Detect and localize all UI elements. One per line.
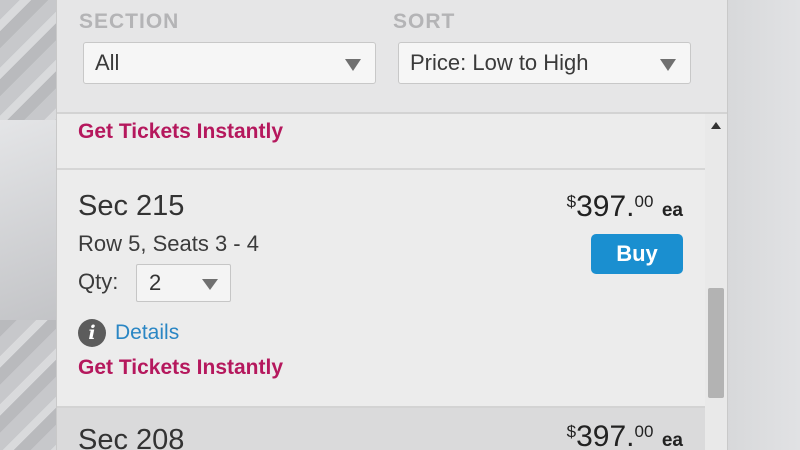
listing-list: Get Tickets Instantly Sec 215 Row 5, Sea…: [57, 114, 705, 450]
price-unit: ea: [661, 200, 683, 221]
sort-select[interactable]: Price: Low to High: [398, 42, 691, 84]
sort-filter-label: SORT: [393, 10, 456, 33]
section-filter-label: SECTION: [79, 10, 180, 33]
chevron-down-icon: [202, 279, 218, 290]
list-item: Sec 215 Row 5, Seats 3 - 4 Qty: 2 i Deta…: [57, 170, 705, 408]
filter-bar: SECTION All SORT Price: Low to High: [57, 0, 727, 114]
background-left-panel: [0, 120, 56, 320]
price: $397.00 ea: [567, 190, 683, 224]
price-whole: 397.: [576, 420, 635, 450]
list-item: Get Tickets Instantly: [57, 114, 705, 170]
quantity-label: Qty:: [78, 269, 119, 294]
quantity-value: 2: [149, 270, 162, 295]
scrollbar[interactable]: [705, 114, 727, 450]
scroll-up-arrow-icon[interactable]: [711, 122, 721, 129]
section-name: Sec 215: [78, 190, 185, 222]
buy-button[interactable]: Buy: [591, 234, 683, 274]
price: $397.00 ea: [567, 420, 683, 450]
price-cents: 00: [634, 422, 654, 441]
ticket-listing-panel: SECTION All SORT Price: Low to High Get …: [56, 0, 728, 450]
instant-delivery-label: Get Tickets Instantly: [78, 356, 284, 379]
section-select[interactable]: All: [83, 42, 376, 84]
price-currency: $: [566, 422, 577, 441]
details-link[interactable]: Details: [115, 321, 179, 345]
info-icon[interactable]: i: [78, 319, 106, 347]
price-unit: ea: [661, 430, 683, 450]
instant-delivery-label: Get Tickets Instantly: [78, 120, 284, 143]
price-currency: $: [566, 192, 577, 211]
background-right: [726, 0, 800, 450]
section-name: Sec 208: [78, 424, 185, 450]
section-select-value: All: [95, 50, 120, 75]
chevron-down-icon: [345, 59, 361, 71]
row-seats: Row 5, Seats 3 - 4: [78, 231, 259, 256]
scrollbar-thumb[interactable]: [708, 288, 724, 398]
price-whole: 397.: [576, 190, 635, 223]
quantity-select[interactable]: 2: [136, 264, 231, 302]
list-item: Sec 208 $397.00 ea: [57, 408, 705, 450]
sort-select-value: Price: Low to High: [410, 50, 589, 75]
price-cents: 00: [634, 192, 654, 211]
chevron-down-icon: [660, 59, 676, 71]
